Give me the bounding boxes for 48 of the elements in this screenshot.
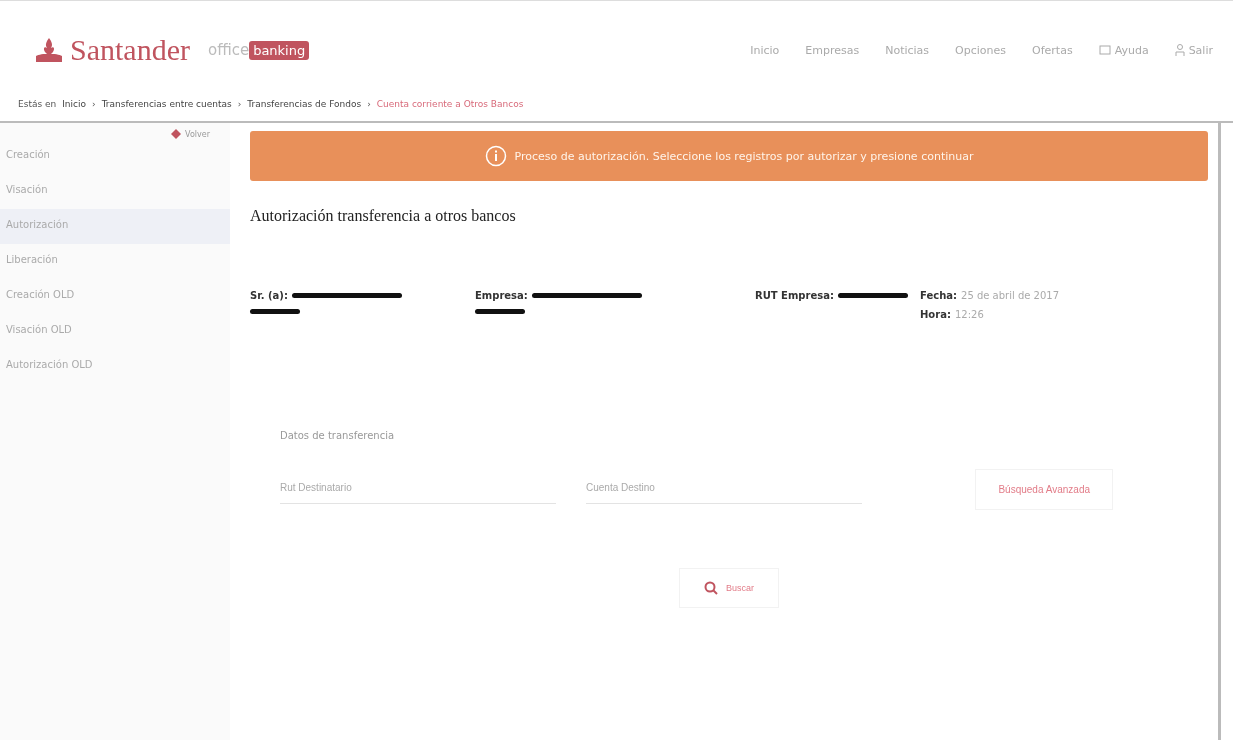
sidebar-item[interactable]: Visación OLD xyxy=(0,314,230,349)
redaction-bar xyxy=(475,309,525,314)
advanced-search-button[interactable]: Búsqueda Avanzada xyxy=(975,469,1113,510)
breadcrumb-link[interactable]: Inicio xyxy=(62,99,87,109)
help-icon xyxy=(1098,45,1111,55)
sidebar-item[interactable]: Creación xyxy=(0,139,230,174)
sidebar-item[interactable]: Liberación xyxy=(0,244,230,279)
info-label: Empresa: xyxy=(475,290,528,301)
nav-link[interactable]: Opciones xyxy=(955,43,1007,57)
sidebar-item[interactable]: Visación xyxy=(0,174,230,209)
info-label: Hora: xyxy=(920,309,951,320)
info-value: 25 de abril de 2017 xyxy=(961,290,1060,301)
breadcrumb-separator: › xyxy=(237,99,242,109)
brand-name: Santander xyxy=(70,33,190,67)
product-badge: banking xyxy=(249,40,310,60)
breadcrumb-separator: › xyxy=(92,99,96,109)
info-label: Fecha: xyxy=(920,290,957,301)
breadcrumb-link[interactable]: Transferencias de Fondos xyxy=(247,99,362,109)
exit-link[interactable]: Salir xyxy=(1174,43,1213,57)
info-label: Sr. (a): xyxy=(250,290,288,301)
breadcrumb-link[interactable]: Cuenta corriente a Otros Bancos xyxy=(376,99,524,109)
sidebar-item[interactable]: Autorización xyxy=(0,209,230,244)
info-label: RUT Empresa: xyxy=(755,290,834,301)
nav-link[interactable]: Ofertas xyxy=(1032,43,1073,57)
nav-link[interactable]: Noticias xyxy=(885,43,930,57)
help-link[interactable]: Ayuda xyxy=(1098,43,1149,57)
back-icon xyxy=(171,129,182,139)
info-icon xyxy=(484,145,507,167)
breadcrumb-prefix: Estás en xyxy=(18,99,57,109)
nav-link[interactable]: Empresas xyxy=(805,43,860,57)
breadcrumb-separator: › xyxy=(367,99,371,109)
alert-text: Proceso de autorización. Seleccione los registros por autorizar y presione continuar xyxy=(514,149,974,163)
input-field[interactable]: Rut Destinatario xyxy=(280,475,556,504)
person-icon xyxy=(1174,44,1185,56)
redaction-bar xyxy=(250,309,300,314)
page-title: Autorización transferencia a otros bancos xyxy=(250,207,517,225)
search-button[interactable]: Buscar xyxy=(679,568,779,608)
info-value: 12:26 xyxy=(954,309,984,320)
sidebar-item[interactable]: Autorización OLD xyxy=(0,349,230,384)
back-link[interactable]: Volver xyxy=(171,129,210,139)
input-field[interactable]: Cuenta Destino xyxy=(586,475,862,504)
product-name: office xyxy=(207,41,250,59)
flame-logo-icon xyxy=(34,36,64,64)
section-title: Datos de transferencia xyxy=(280,430,396,441)
search-icon xyxy=(704,581,718,595)
breadcrumb-link[interactable]: Transferencias entre cuentas xyxy=(101,99,232,109)
sidebar-item[interactable]: Creación OLD xyxy=(0,279,230,314)
nav-link[interactable]: Inicio xyxy=(750,43,780,57)
